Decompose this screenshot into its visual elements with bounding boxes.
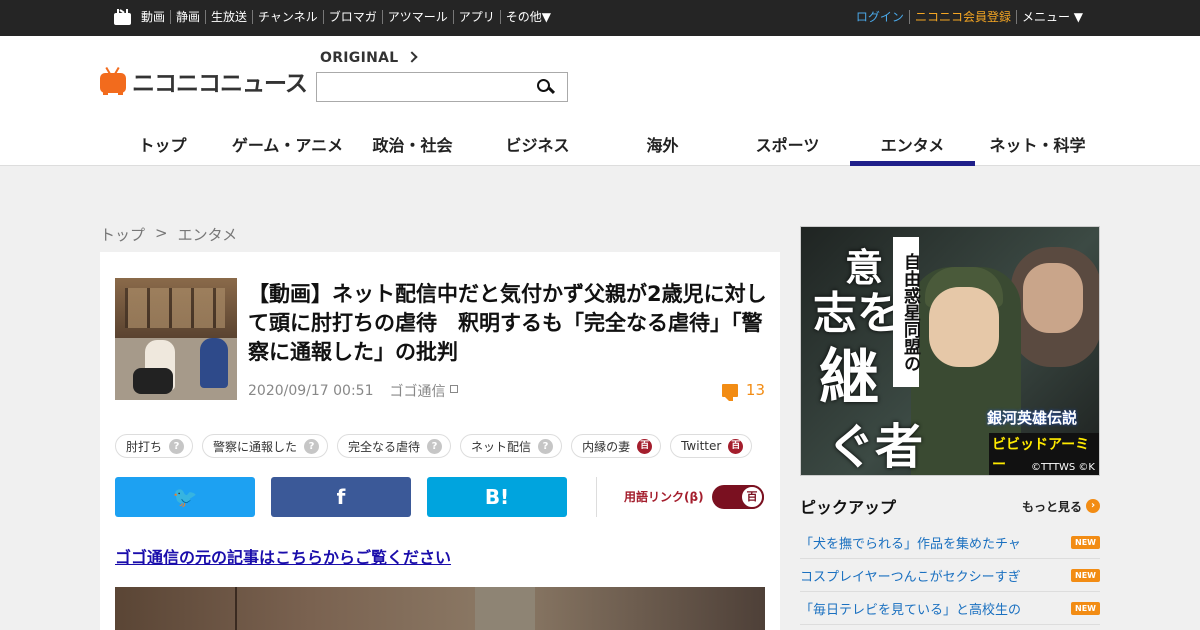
hatena-icon: B! bbox=[484, 485, 510, 509]
tab-top[interactable]: トップ bbox=[100, 120, 225, 166]
tab-game-anime[interactable]: ゲーム・アニメ bbox=[225, 120, 350, 166]
tab-politics[interactable]: 政治・社会 bbox=[350, 120, 475, 166]
nav-channel[interactable]: チャンネル bbox=[252, 10, 323, 24]
comment-count: 13 bbox=[745, 381, 765, 399]
nav-blomaga[interactable]: ブロマガ bbox=[322, 10, 382, 24]
nav-seiga[interactable]: 静画 bbox=[170, 10, 205, 24]
niconico-logo-icon bbox=[100, 66, 126, 95]
twitter-share-button[interactable]: 🐦 bbox=[115, 477, 255, 517]
ad-copyright: ©TTTWS ©K bbox=[1031, 462, 1095, 473]
logo-text: ニコニコニュース bbox=[132, 71, 308, 97]
site-header: ニコニコニュース ORIGINAL トップ ゲーム・アニメ 政治・社会 ビジネス… bbox=[0, 36, 1200, 166]
global-topbar: 動画 静画 生放送 チャンネル ブロマガ アツマール アプリ その他▼ ログイン… bbox=[0, 0, 1200, 36]
ad-kanji: ぐ者 bbox=[827, 419, 924, 475]
comment-icon bbox=[721, 383, 738, 401]
tab-business[interactable]: ビジネス bbox=[475, 120, 600, 166]
facebook-share-button[interactable]: f bbox=[271, 477, 411, 517]
dic-icon: 百 bbox=[740, 485, 764, 509]
pickup-item-title: 「毎日テレビを見ている」と高校生の bbox=[800, 602, 1022, 618]
pickup-item[interactable]: 「犬を撫でられる」作品を集めたチャ NEW bbox=[800, 526, 1100, 559]
new-badge: NEW bbox=[1071, 535, 1100, 549]
niconico-tv-icon[interactable] bbox=[114, 9, 131, 25]
tag-list: 肘打ち? 警察に通報した? 完全なる虐待? ネット配信? 内縁の妻百 Twitt… bbox=[115, 434, 753, 458]
account-nav: ログイン ニコニコ会員登録 メニュー ▼ bbox=[851, 10, 1088, 24]
nav-douga[interactable]: 動画 bbox=[136, 10, 170, 24]
tag-item[interactable]: 完全なる虐待? bbox=[337, 434, 452, 458]
article-thumbnail[interactable] bbox=[115, 278, 237, 400]
search-icon[interactable] bbox=[537, 79, 556, 97]
pickup-more-link[interactable]: もっと見る › bbox=[1022, 498, 1100, 515]
article-card: 【動画】ネット配信中だと気付かず父親が2歳児に対して頭に肘打ちの虐待 釈明するも… bbox=[100, 252, 780, 630]
tag-label: 警察に通報した bbox=[213, 439, 298, 454]
nav-live[interactable]: 生放送 bbox=[205, 10, 252, 24]
share-divider bbox=[596, 477, 597, 517]
site-logo[interactable]: ニコニコニュース bbox=[100, 64, 308, 98]
pickup-item-title: コスプレイヤーつんこがセクシーすぎ bbox=[800, 569, 1021, 585]
pickup-section: ピックアップ もっと見る › 「犬を撫でられる」作品を集めたチャ NEW コスプレイ… bbox=[800, 496, 1100, 625]
term-link-label: 用語リンク(β) bbox=[624, 490, 704, 504]
breadcrumb-home[interactable]: トップ bbox=[100, 224, 145, 245]
external-link-icon bbox=[449, 385, 458, 393]
tab-entame[interactable]: エンタメ bbox=[850, 120, 975, 166]
question-icon: ? bbox=[304, 438, 320, 454]
nav-app[interactable]: アプリ bbox=[452, 10, 500, 24]
facebook-icon: f bbox=[336, 485, 346, 509]
dic-icon: 百 bbox=[637, 438, 653, 454]
pickup-item-title: 「犬を撫でられる」作品を集めたチャ bbox=[800, 536, 1021, 552]
tab-net-science[interactable]: ネット・科学 bbox=[975, 120, 1100, 166]
new-badge: NEW bbox=[1071, 568, 1100, 582]
comment-count-link[interactable]: 13 bbox=[721, 381, 765, 401]
question-icon: ? bbox=[169, 438, 185, 454]
article-title: 【動画】ネット配信中だと気付かず父親が2歳児に対して頭に肘打ちの虐待 釈明するも… bbox=[248, 282, 767, 364]
breadcrumb: トップ > エンタメ bbox=[100, 224, 237, 245]
ad-kanji: 継 bbox=[819, 343, 879, 413]
tag-item[interactable]: 警察に通報した? bbox=[202, 434, 329, 458]
tag-item[interactable]: 肘打ち? bbox=[115, 434, 194, 458]
pickup-item[interactable]: コスプレイヤーつんこがセクシーすぎ NEW bbox=[800, 559, 1100, 592]
register-link[interactable]: ニコニコ会員登録 bbox=[908, 10, 1016, 24]
pickup-item[interactable]: 「毎日テレビを見ている」と高校生の NEW bbox=[800, 592, 1100, 625]
category-nav: トップ ゲーム・アニメ 政治・社会 ビジネス 海外 スポーツ エンタメ ネット・… bbox=[100, 120, 1100, 166]
tag-label: Twitter bbox=[681, 439, 722, 453]
article-source: ゴゴ通信 bbox=[389, 384, 446, 400]
nav-atsumaru[interactable]: アツマール bbox=[381, 10, 453, 24]
tag-label: 完全なる虐待 bbox=[348, 439, 421, 454]
tab-overseas[interactable]: 海外 bbox=[600, 120, 725, 166]
sidebar-ad-banner[interactable]: 意 志を 継 ぐ者 自由惑星同盟の 銀河英雄伝説 ビビッドアーミー ©TTTWS… bbox=[800, 226, 1100, 476]
original-label: ORIGINAL bbox=[320, 50, 399, 66]
pickup-heading: ピックアップ bbox=[800, 498, 897, 517]
ad-vertical-title: 自由惑星同盟の bbox=[893, 237, 920, 387]
hatena-bookmark-button[interactable]: B! bbox=[427, 477, 567, 517]
article-meta: 2020/09/17 00:51 ゴゴ通信 bbox=[248, 381, 458, 401]
tag-item[interactable]: 内縁の妻百 bbox=[571, 434, 662, 458]
tab-sports[interactable]: スポーツ bbox=[725, 120, 850, 166]
article-date: 2020/09/17 00:51 bbox=[248, 383, 374, 399]
question-icon: ? bbox=[427, 438, 443, 454]
menu-dropdown[interactable]: メニュー ▼ bbox=[1015, 10, 1088, 24]
service-nav: 動画 静画 生放送 チャンネル ブロマガ アツマール アプリ その他▼ bbox=[136, 10, 556, 24]
tag-item[interactable]: ネット配信? bbox=[460, 434, 563, 458]
tag-label: 内縁の妻 bbox=[582, 439, 631, 454]
more-label: もっと見る bbox=[1021, 499, 1082, 514]
tag-label: 肘打ち bbox=[126, 439, 163, 454]
article-source-link[interactable]: ゴゴ通信 bbox=[390, 381, 458, 401]
new-badge: NEW bbox=[1071, 601, 1100, 615]
tag-item[interactable]: Twitter 百 bbox=[670, 434, 753, 458]
dic-icon: 百 bbox=[728, 438, 744, 454]
breadcrumb-separator: > bbox=[155, 224, 168, 242]
chevron-right-icon: › bbox=[1086, 499, 1100, 513]
twitter-icon: 🐦 bbox=[172, 485, 198, 509]
term-link-toggle[interactable]: 百 bbox=[712, 485, 764, 509]
ad-logo-ginga: 銀河英雄伝説 bbox=[987, 409, 1078, 427]
login-link[interactable]: ログイン bbox=[851, 10, 909, 24]
chevron-right-icon bbox=[406, 51, 419, 63]
tag-label: ネット配信 bbox=[471, 439, 532, 454]
nav-other-dropdown[interactable]: その他▼ bbox=[499, 10, 556, 24]
search-input[interactable] bbox=[316, 72, 568, 102]
original-link[interactable]: ORIGINAL bbox=[320, 50, 419, 66]
question-icon: ? bbox=[538, 438, 554, 454]
article-video[interactable] bbox=[115, 587, 765, 630]
breadcrumb-current[interactable]: エンタメ bbox=[178, 224, 238, 245]
original-article-link[interactable]: ゴゴ通信の元の記事はこちらからご覧ください bbox=[115, 544, 451, 568]
